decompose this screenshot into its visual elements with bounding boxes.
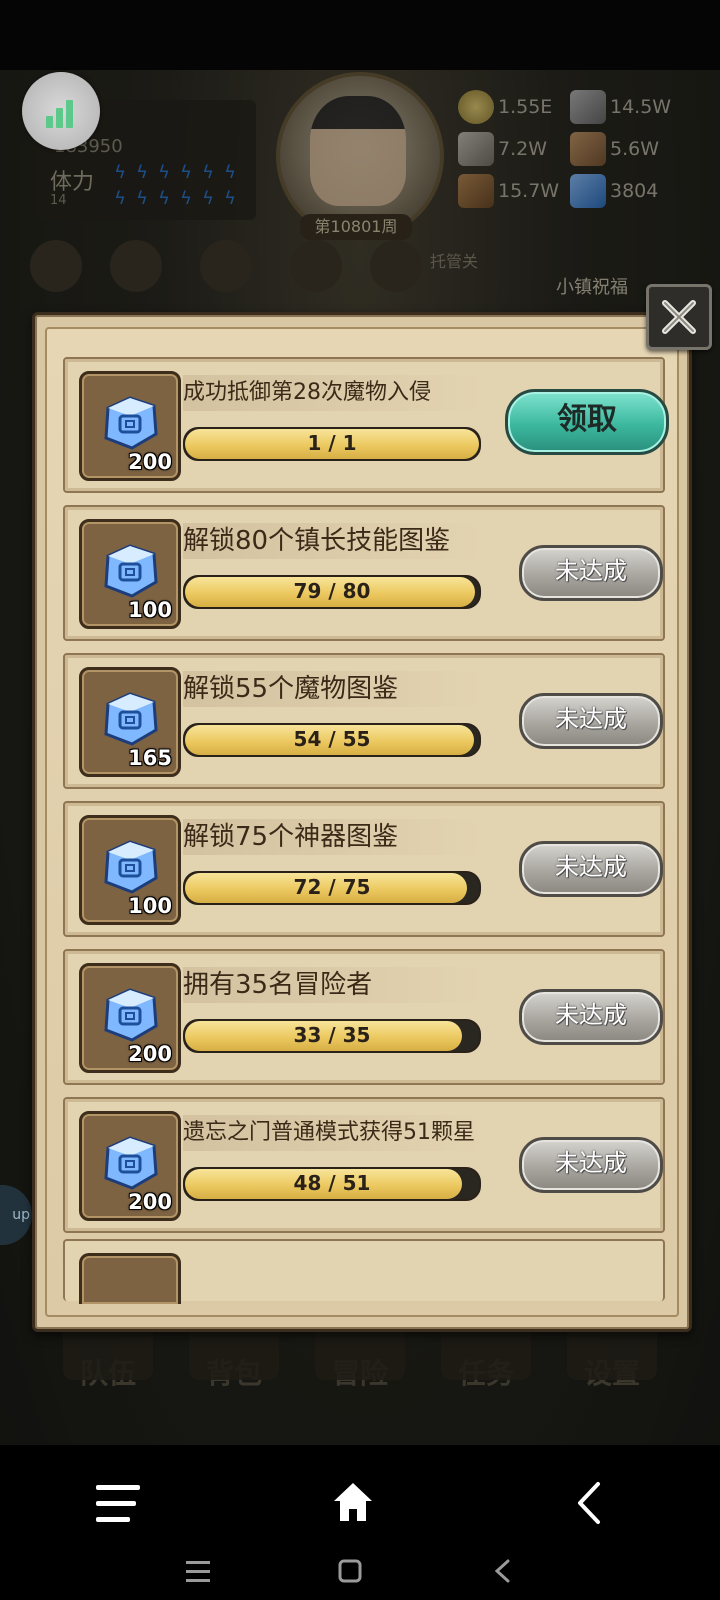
task-row: 100 解锁80个镇长技能图鉴 79 / 80 未达成 (63, 505, 665, 641)
task-title: 遗忘之门普通模式获得51颗星 (183, 1115, 483, 1151)
reward-count: 100 (128, 894, 172, 918)
side-tab-label: up (12, 1207, 30, 1223)
home-square-icon[interactable] (338, 1559, 362, 1583)
task-title: 解锁55个魔物图鉴 (183, 671, 483, 707)
claim-button[interactable]: 领取 (505, 389, 669, 455)
back-icon[interactable] (576, 1481, 602, 1525)
reward-slot: 200 (79, 963, 181, 1073)
task-row: 100 解锁75个神器图鉴 72 / 75 未达成 (63, 801, 665, 937)
back-small-icon[interactable] (494, 1559, 510, 1583)
progress-bar: 1 / 1 (183, 427, 481, 461)
reward-slot: 200 (79, 1111, 181, 1221)
crystal-icon (104, 544, 158, 598)
achievement-panel: 200 成功抵御第28次魔物入侵 1 / 1 领取 100 解锁80个镇长技能图… (32, 312, 692, 1332)
home-icon[interactable] (332, 1481, 374, 1523)
progress-text: 72 / 75 (293, 875, 371, 899)
reward-slot (79, 1253, 181, 1304)
progress-text: 1 / 1 (307, 431, 357, 455)
task-title: 解锁75个神器图鉴 (183, 819, 483, 855)
network-status-button[interactable] (22, 72, 100, 150)
crystal-icon (104, 396, 158, 450)
menu-icon[interactable] (96, 1485, 140, 1523)
not-achieved-button[interactable]: 未达成 (519, 545, 663, 601)
crystal-icon (104, 840, 158, 894)
progress-text: 54 / 55 (293, 727, 371, 751)
crystal-icon (104, 1136, 158, 1190)
signal-bars-icon (46, 96, 78, 128)
task-row: 165 解锁55个魔物图鉴 54 / 55 未达成 (63, 653, 665, 789)
reward-slot: 100 (79, 519, 181, 629)
recents-icon[interactable] (186, 1561, 210, 1583)
reward-count: 200 (128, 450, 172, 474)
task-title: 拥有35名冒险者 (183, 967, 483, 1003)
reward-count: 200 (128, 1190, 172, 1214)
task-row: 200 拥有35名冒险者 33 / 35 未达成 (63, 949, 665, 1085)
system-nav-bar (0, 1445, 720, 1600)
crystal-icon (104, 988, 158, 1042)
close-button[interactable] (646, 284, 712, 350)
crystal-icon (104, 692, 158, 746)
not-achieved-button[interactable]: 未达成 (519, 841, 663, 897)
reward-slot: 165 (79, 667, 181, 777)
task-row: 200 遗忘之门普通模式获得51颗星 48 / 51 未达成 (63, 1097, 665, 1233)
reward-count: 200 (128, 1042, 172, 1066)
reward-slot: 200 (79, 371, 181, 481)
reward-slot: 100 (79, 815, 181, 925)
progress-text: 33 / 35 (293, 1023, 371, 1047)
progress-bar: 54 / 55 (183, 723, 481, 757)
reward-count: 100 (128, 598, 172, 622)
progress-bar: 48 / 51 (183, 1167, 481, 1201)
progress-bar: 72 / 75 (183, 871, 481, 905)
task-row: 200 成功抵御第28次魔物入侵 1 / 1 领取 (63, 357, 669, 493)
side-tab[interactable]: up (0, 1185, 32, 1245)
progress-text: 48 / 51 (293, 1171, 371, 1195)
close-icon (662, 300, 696, 334)
status-bar-area (0, 0, 720, 70)
task-title: 成功抵御第28次魔物入侵 (183, 375, 483, 411)
progress-text: 79 / 80 (293, 579, 371, 603)
task-row-partial (63, 1239, 665, 1304)
progress-bar: 79 / 80 (183, 575, 481, 609)
progress-bar: 33 / 35 (183, 1019, 481, 1053)
task-title: 解锁80个镇长技能图鉴 (183, 523, 483, 559)
not-achieved-button[interactable]: 未达成 (519, 1137, 663, 1193)
reward-count: 165 (128, 746, 172, 770)
not-achieved-button[interactable]: 未达成 (519, 693, 663, 749)
not-achieved-button[interactable]: 未达成 (519, 989, 663, 1045)
